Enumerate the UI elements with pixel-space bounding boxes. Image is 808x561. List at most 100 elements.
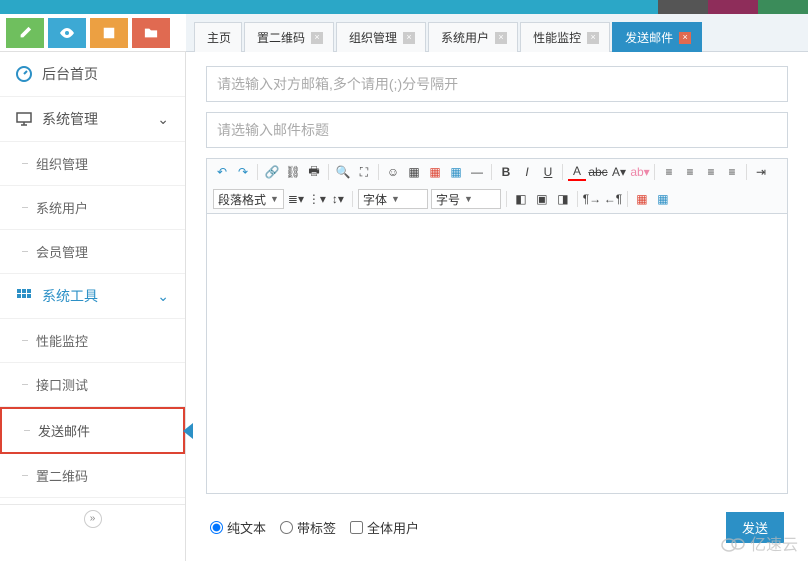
book-button[interactable] [90, 18, 128, 48]
monitor-icon [16, 111, 32, 127]
bold-button[interactable]: B [497, 163, 515, 181]
view-button[interactable] [48, 18, 86, 48]
lineheight-button[interactable]: ↕▾ [329, 190, 347, 208]
undo-button[interactable]: ↶ [213, 163, 231, 181]
sidebar-home[interactable]: 后台首页 [0, 52, 185, 97]
date-button[interactable]: ▦ [426, 163, 444, 181]
sidebar-item-qrcode[interactable]: 置二维码 [0, 454, 185, 498]
emoji-button[interactable]: ☺ [384, 163, 402, 181]
separator [562, 164, 563, 180]
close-icon[interactable]: × [679, 32, 691, 44]
active-arrow-icon [183, 423, 193, 439]
close-icon[interactable]: × [403, 32, 415, 44]
separator [328, 164, 329, 180]
link-button[interactable]: 🔗 [263, 163, 281, 181]
sidebar-sysmanage[interactable]: 系统管理 ⌄ [0, 97, 185, 142]
top-bar [0, 0, 808, 14]
sidebar-label: 系统管理 [42, 109, 98, 129]
radio-input[interactable] [280, 521, 293, 534]
tab-home[interactable]: 主页 [194, 22, 242, 52]
video-button[interactable]: ▦ [654, 190, 672, 208]
italic-button[interactable]: I [518, 163, 536, 181]
cloud-icon [720, 534, 746, 552]
fontfamily-select[interactable]: 字体▼ [358, 189, 428, 209]
indent-button[interactable]: ⇥ [752, 163, 770, 181]
float-left-button[interactable]: ◧ [512, 190, 530, 208]
action-buttons [0, 14, 186, 52]
sidebar-item-perf[interactable]: 性能监控 [0, 319, 185, 363]
eye-icon [59, 25, 75, 41]
strike-button[interactable]: abc [589, 163, 607, 181]
send-options-row: 纯文本 带标签 全体用户 发送 [206, 504, 788, 551]
float-right-button[interactable]: ◨ [554, 190, 572, 208]
tab-perf[interactable]: 性能监控 × [520, 22, 610, 52]
sidebar: 后台首页 系统管理 ⌄ 组织管理 系统用户 会员管理 系统工具 ⌄ 性能监控 接… [0, 52, 186, 561]
orderlist-button[interactable]: ≣▾ [287, 190, 305, 208]
sidebar-item-apitest[interactable]: 接口测试 [0, 363, 185, 407]
recipient-input[interactable] [206, 66, 788, 102]
underline-button[interactable]: U [539, 163, 557, 181]
hr-button[interactable]: — [468, 163, 486, 181]
separator [257, 164, 258, 180]
ltr-button[interactable]: ¶→ [583, 190, 601, 208]
tab-qrcode[interactable]: 置二维码× [244, 22, 334, 52]
fullscreen-button[interactable]: ⛶ [355, 163, 373, 181]
subject-input[interactable] [206, 112, 788, 148]
tabs-bar: 主页 置二维码× 组织管理 × 系统用户 × 性能监控 × 发送邮件× [186, 14, 808, 52]
format-select[interactable]: 段落格式▼ [213, 189, 284, 209]
dashboard-icon [16, 66, 32, 82]
watermark-text: 亿速云 [750, 531, 798, 555]
check-all-users[interactable]: 全体用户 [350, 518, 419, 537]
top-accent-2 [708, 0, 758, 14]
sidebar-item-sendmail[interactable]: 发送邮件 [0, 407, 185, 454]
radio-input[interactable] [210, 521, 223, 534]
radio-label: 纯文本 [227, 518, 266, 537]
sidebar-item-org[interactable]: 组织管理 [0, 142, 185, 186]
watermark: 亿速云 [720, 531, 798, 555]
radio-plaintext[interactable]: 纯文本 [210, 518, 266, 537]
close-icon[interactable]: × [495, 32, 507, 44]
fontcolor2-button[interactable]: A▾ [610, 163, 628, 181]
unorderlist-button[interactable]: ⋮▾ [308, 190, 326, 208]
rtl-button[interactable]: ←¶ [604, 190, 622, 208]
close-icon[interactable]: × [311, 32, 323, 44]
book-icon [102, 26, 116, 40]
align-left-button[interactable]: ≡ [660, 163, 678, 181]
editor-body[interactable] [207, 214, 787, 493]
tab-org[interactable]: 组织管理 × [336, 22, 426, 52]
tab-label: 性能监控 [533, 29, 581, 46]
sidebar-item-sysusers[interactable]: 系统用户 [0, 186, 185, 230]
sidebar-sublabel: 会员管理 [36, 242, 88, 261]
sidebar-item-members[interactable]: 会员管理 [0, 230, 185, 274]
redo-button[interactable]: ↷ [234, 163, 252, 181]
align-justify-button[interactable]: ≡ [723, 163, 741, 181]
search-button[interactable]: 🔍 [334, 163, 352, 181]
highlight-button[interactable]: ab▾ [631, 163, 649, 181]
table-button[interactable]: ▦ [447, 163, 465, 181]
sidebar-systools[interactable]: 系统工具 ⌄ [0, 274, 185, 319]
fontcolor-button[interactable]: A [568, 163, 586, 181]
tab-label: 组织管理 [349, 29, 397, 46]
tab-sendmail[interactable]: 发送邮件× [612, 22, 702, 52]
float-none-button[interactable]: ▣ [533, 190, 551, 208]
close-icon[interactable]: × [587, 32, 599, 44]
checkbox-label: 全体用户 [367, 518, 419, 537]
sidebar-label: 系统工具 [42, 286, 98, 306]
select-label: 字体 [363, 191, 387, 208]
radio-tags[interactable]: 带标签 [280, 518, 336, 537]
align-right-button[interactable]: ≡ [702, 163, 720, 181]
folder-button[interactable] [132, 18, 170, 48]
media-button[interactable]: ▦ [633, 190, 651, 208]
chevron-down-icon: ⌄ [157, 111, 169, 128]
fontsize-select[interactable]: 字号▼ [431, 189, 501, 209]
tab-label: 系统用户 [441, 29, 489, 46]
edit-button[interactable] [6, 18, 44, 48]
align-center-button[interactable]: ≡ [681, 163, 699, 181]
checkbox-input[interactable] [350, 521, 363, 534]
print-button[interactable]: 🖶 [305, 163, 323, 181]
sidebar-footer: » [0, 504, 185, 532]
image-button[interactable]: ▦ [405, 163, 423, 181]
tab-users[interactable]: 系统用户 × [428, 22, 518, 52]
unlink-button[interactable]: ⛓ [284, 163, 302, 181]
collapse-button[interactable]: » [84, 510, 102, 528]
